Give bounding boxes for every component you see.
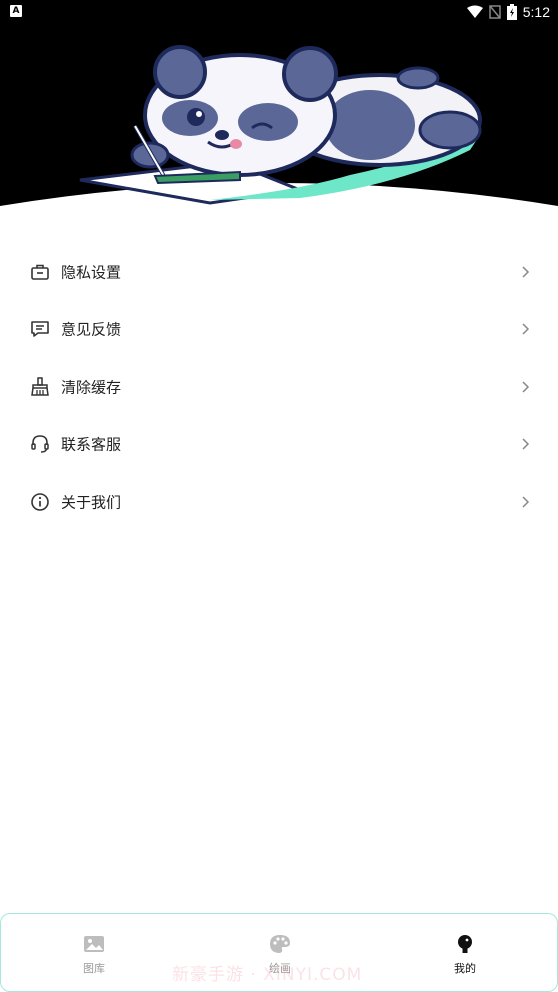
menu-item-about[interactable]: 关于我们 bbox=[0, 473, 558, 531]
profile-header bbox=[0, 0, 558, 215]
menu-label: 清除缓存 bbox=[61, 378, 122, 397]
clock: 5:12 bbox=[522, 4, 550, 20]
settings-menu: 隐私设置 意见反馈 清除缓存 联系客服 关于我们 bbox=[0, 243, 558, 531]
status-bar: A 5:12 bbox=[0, 0, 558, 24]
tab-label: 我的 bbox=[454, 962, 476, 975]
menu-label: 关于我们 bbox=[61, 493, 122, 512]
broom-icon bbox=[31, 377, 49, 396]
chevron-right-icon bbox=[522, 496, 530, 508]
tab-label: 图库 bbox=[83, 962, 105, 975]
tab-gallery[interactable]: 图库 bbox=[34, 914, 154, 991]
image-icon bbox=[84, 936, 104, 952]
info-circle-icon bbox=[31, 492, 49, 511]
menu-item-clear-cache[interactable]: 清除缓存 bbox=[0, 358, 558, 416]
menu-label: 隐私设置 bbox=[61, 263, 122, 282]
menu-item-privacy[interactable]: 隐私设置 bbox=[0, 243, 558, 301]
menu-item-feedback[interactable]: 意见反馈 bbox=[0, 301, 558, 359]
briefcase-icon bbox=[31, 264, 49, 280]
chevron-right-icon bbox=[522, 323, 530, 335]
headset-icon bbox=[31, 435, 49, 453]
tab-drawing[interactable]: 绘画 bbox=[220, 914, 340, 991]
chevron-right-icon bbox=[522, 438, 530, 450]
wifi-icon bbox=[466, 5, 483, 18]
chevron-right-icon bbox=[522, 381, 530, 393]
no-signal-icon bbox=[489, 5, 501, 19]
user-icon bbox=[458, 935, 472, 953]
message-square-icon bbox=[31, 321, 49, 338]
tab-mine[interactable]: 我的 bbox=[405, 914, 525, 991]
notification-badge: A bbox=[10, 5, 22, 17]
tab-label: 绘画 bbox=[269, 962, 291, 975]
header-background bbox=[0, 0, 558, 215]
chevron-right-icon bbox=[522, 266, 530, 278]
menu-label: 联系客服 bbox=[61, 435, 122, 454]
palette-icon bbox=[270, 935, 290, 953]
menu-label: 意见反馈 bbox=[61, 320, 122, 339]
bottom-navigation: 图库 绘画 我的 bbox=[0, 913, 558, 992]
battery-charging-icon bbox=[506, 4, 517, 20]
menu-item-customer-service[interactable]: 联系客服 bbox=[0, 416, 558, 474]
